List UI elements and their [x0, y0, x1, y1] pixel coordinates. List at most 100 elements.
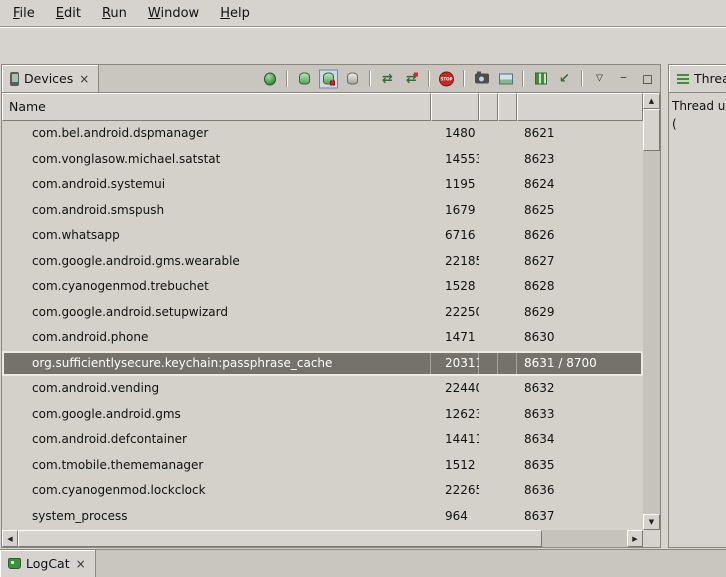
process-name: com.vonglasow.michael.satstat [2, 147, 431, 173]
table-row[interactable]: com.google.android.gms 12623 8633 [2, 402, 643, 428]
table-row[interactable]: com.android.phone 1471 8630 [2, 325, 643, 351]
menu-edit[interactable]: Edit [47, 2, 90, 25]
process-pid: 22265 [431, 478, 479, 504]
table-row[interactable]: org.sufficientlysecure.keychain:passphra… [2, 351, 643, 377]
empty-cell [498, 351, 517, 377]
devices-toolbar: ⇄ ⇄ STOP ↙ ▽ ─ □ [260, 69, 657, 88]
process-pid: 14411 [431, 427, 479, 453]
process-name: com.cyanogenmod.trebuchet [2, 274, 431, 300]
process-port: 8629 [517, 300, 643, 326]
vertical-scroll-thumb[interactable] [643, 109, 660, 151]
tab-threads[interactable]: Threads [669, 65, 726, 92]
empty-cell [479, 453, 498, 479]
table-row[interactable]: com.google.android.setupwizard 22250 862… [2, 300, 643, 326]
table-row[interactable]: system_process 964 8637 [2, 504, 643, 530]
view-menu-button[interactable]: ▽ [590, 69, 609, 88]
process-port: 8631 / 8700 [517, 351, 643, 377]
empty-cell [498, 478, 517, 504]
logcat-bar: LogCat × [0, 549, 726, 577]
table-row[interactable]: com.cyanogenmod.lockclock 22265 8636 [2, 478, 643, 504]
horizontal-scrollbar[interactable]: ◀ ▶ [2, 530, 643, 547]
table-row[interactable]: com.tmobile.thememanager 1512 8635 [2, 453, 643, 479]
empty-cell [498, 172, 517, 198]
debug-process-button[interactable] [260, 69, 279, 88]
process-name: com.cyanogenmod.lockclock [2, 478, 431, 504]
vertical-scrollbar[interactable]: ▲ ▼ [643, 93, 660, 530]
column-header-pid[interactable] [431, 93, 479, 121]
process-pid: 14553 [431, 147, 479, 173]
empty-cell [498, 198, 517, 224]
table-row[interactable]: com.android.defcontainer 14411 8634 [2, 427, 643, 453]
process-name: org.sufficientlysecure.keychain:passphra… [2, 351, 431, 377]
process-port: 8632 [517, 376, 643, 402]
process-port: 8630 [517, 325, 643, 351]
scrollbar-corner [643, 530, 660, 547]
scroll-down-button[interactable]: ▼ [643, 514, 660, 530]
ddms-window: { "menubar": { "items": [ { "label": "Fi… [0, 0, 726, 577]
process-pid: 22250 [431, 300, 479, 326]
empty-cell [479, 300, 498, 326]
table-row[interactable]: com.vonglasow.michael.satstat 14553 8623 [2, 147, 643, 173]
column-header-name[interactable]: Name [2, 93, 431, 121]
screen-capture-button[interactable] [472, 69, 491, 88]
table-row[interactable]: com.cyanogenmod.trebuchet 1528 8628 [2, 274, 643, 300]
dump-hprof-button[interactable] [319, 69, 338, 88]
process-name: com.google.android.setupwizard [2, 300, 431, 326]
process-list: com.bel.android.dspmanager 1480 8621 com… [2, 121, 643, 530]
update-threads-button[interactable]: ⇄ [378, 69, 397, 88]
table-row[interactable]: com.bel.android.dspmanager 1480 8621 [2, 121, 643, 147]
close-icon[interactable]: × [75, 558, 87, 570]
table-row[interactable]: com.whatsapp 6716 8626 [2, 223, 643, 249]
process-pid: 1528 [431, 274, 479, 300]
process-port: 8634 [517, 427, 643, 453]
column-header-b[interactable] [498, 93, 517, 121]
scroll-right-button[interactable]: ▶ [627, 530, 643, 547]
column-header-port[interactable] [517, 93, 643, 121]
table-row[interactable]: com.android.vending 22440 8632 [2, 376, 643, 402]
threads-refresh-icon: ⇄ [382, 72, 393, 85]
empty-cell [498, 274, 517, 300]
threads-panel: Threads Thread up ( [668, 64, 726, 548]
process-pid: 20311 [431, 351, 479, 377]
process-port: 8635 [517, 453, 643, 479]
grid-view-button[interactable] [531, 69, 550, 88]
tab-logcat[interactable]: LogCat × [0, 550, 96, 577]
method-profiling-button[interactable]: ⇄ [402, 69, 421, 88]
process-port: 8621 [517, 121, 643, 147]
table-row[interactable]: com.google.android.gms.wearable 22185 86… [2, 249, 643, 275]
menu-run[interactable]: Run [93, 2, 136, 25]
minimize-button[interactable]: ─ [614, 69, 633, 88]
tab-devices[interactable]: Devices × [2, 65, 99, 92]
process-pid: 22440 [431, 376, 479, 402]
close-icon[interactable]: × [78, 73, 90, 85]
maximize-button[interactable]: □ [638, 69, 657, 88]
column-header-a[interactable] [479, 93, 498, 121]
empty-cell [479, 376, 498, 402]
diagonal-arrow-icon: ↙ [559, 72, 570, 85]
threads-view-icon [677, 73, 689, 84]
cause-gc-button[interactable] [343, 69, 362, 88]
horizontal-scroll-thumb[interactable] [18, 530, 542, 547]
pixel-perfect-button[interactable]: ↙ [555, 69, 574, 88]
menu-window[interactable]: Window [139, 2, 208, 25]
threads-message: Thread up ( [669, 93, 726, 137]
table-row[interactable]: com.android.systemui 1195 8624 [2, 172, 643, 198]
empty-cell [479, 478, 498, 504]
table-row[interactable]: com.android.smspush 1679 8625 [2, 198, 643, 224]
process-pid: 1679 [431, 198, 479, 224]
empty-cell [479, 198, 498, 224]
empty-cell [479, 274, 498, 300]
gc-icon [347, 73, 358, 85]
menu-file[interactable]: File [4, 2, 44, 25]
devices-tabbar: Devices × ⇄ ⇄ STOP ↙ ▽ ─ □ [2, 65, 660, 93]
scroll-left-button[interactable]: ◀ [2, 530, 18, 547]
update-heap-button[interactable] [295, 69, 314, 88]
menu-help[interactable]: Help [211, 2, 259, 25]
process-port: 8633 [517, 402, 643, 428]
ui-hierarchy-button[interactable] [496, 69, 515, 88]
stop-process-button[interactable]: STOP [437, 69, 456, 88]
scroll-up-button[interactable]: ▲ [643, 93, 660, 109]
process-name: com.android.phone [2, 325, 431, 351]
logcat-icon [8, 558, 21, 569]
process-name: com.google.android.gms [2, 402, 431, 428]
